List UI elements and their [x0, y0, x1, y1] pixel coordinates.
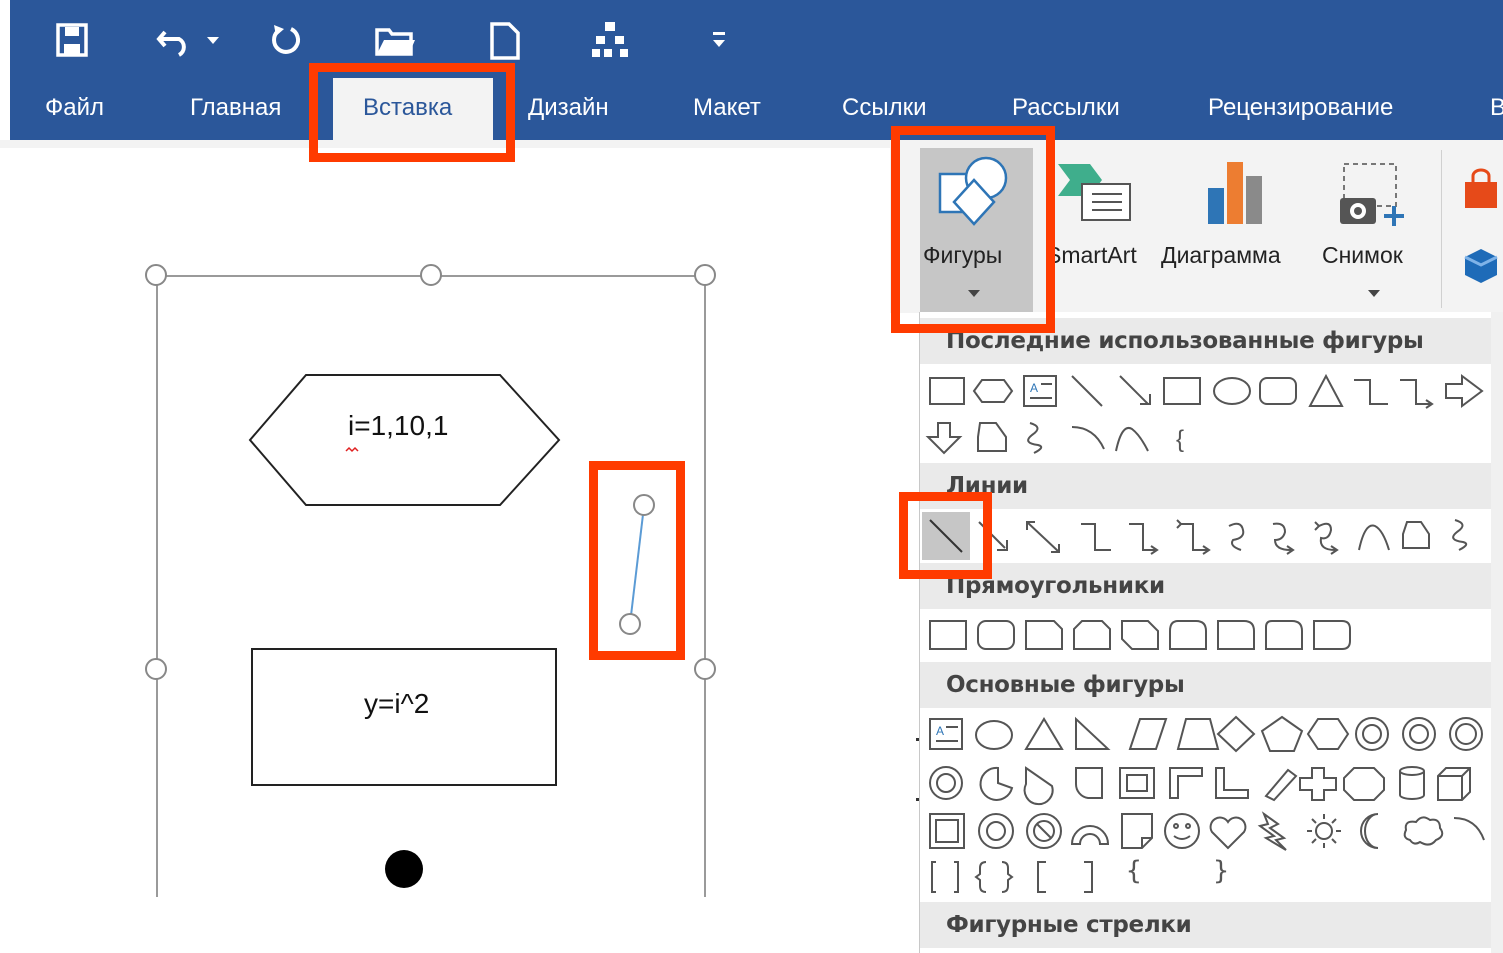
section-block-arrows: Фигурные стрелки	[920, 902, 1491, 948]
lines-row[interactable]	[975, 516, 1490, 561]
org-chart-icon[interactable]	[590, 20, 630, 60]
svg-text:A: A	[936, 724, 944, 738]
resize-handle-top-right[interactable]	[694, 264, 716, 286]
store-icon[interactable]	[1461, 168, 1501, 215]
my-addins-icon[interactable]	[1461, 245, 1501, 290]
chart-icon[interactable]	[1206, 160, 1266, 231]
screenshot-icon[interactable]	[1336, 160, 1406, 235]
smartart-label[interactable]: SmartArt	[1046, 242, 1137, 269]
section-title: Основные фигуры	[946, 672, 1185, 698]
save-icon[interactable]	[52, 20, 92, 60]
tab-references[interactable]: Ссылки	[842, 94, 927, 122]
chart-label[interactable]: Диаграмма	[1161, 242, 1281, 269]
chevron-down-icon	[1366, 286, 1382, 304]
highlight-line-shape	[899, 492, 992, 579]
doc-mark	[916, 798, 919, 801]
screenshot-label[interactable]: Снимок	[1322, 242, 1403, 269]
document-canvas[interactable]	[0, 148, 890, 953]
resize-handle-top[interactable]	[420, 264, 442, 286]
section-title: Фигурные стрелки	[946, 912, 1192, 938]
recent-shapes-row-2[interactable]: {	[925, 419, 1226, 462]
hexagon-text: i=1,10,1	[348, 410, 449, 441]
basic-shapes-row-2[interactable]	[926, 762, 1486, 809]
undo-dropdown-icon[interactable]	[203, 20, 223, 60]
highlight-shapes-button	[891, 126, 1055, 333]
basic-shapes-row-3[interactable]	[926, 810, 1491, 857]
section-lines: Линии	[920, 463, 1491, 509]
end-point-shape[interactable]	[385, 850, 423, 888]
resize-handle-top-left[interactable]	[145, 264, 167, 286]
basic-shapes-row-1[interactable]: A	[926, 713, 1486, 760]
ribbon-body-strip	[0, 140, 1503, 148]
tab-view-partial[interactable]: В	[1490, 94, 1503, 122]
undo-icon[interactable]	[155, 20, 195, 60]
new-document-icon[interactable]	[485, 20, 525, 60]
resize-handle-right[interactable]	[694, 658, 716, 680]
rectangles-row[interactable]	[926, 615, 1356, 660]
gallery-scrollbar[interactable]	[1491, 312, 1503, 953]
svg-text:{: {	[1176, 426, 1184, 453]
recent-shapes-row-1[interactable]: A	[926, 372, 1491, 415]
rect-text: y=i^2	[364, 688, 430, 719]
tab-mailings[interactable]: Рассылки	[1012, 94, 1120, 122]
redo-icon[interactable]	[265, 20, 305, 60]
resize-handle-left[interactable]	[145, 658, 167, 680]
spellcheck-underline	[345, 440, 360, 458]
smartart-icon[interactable]	[1056, 160, 1136, 235]
braces-shapes[interactable]: { }	[1126, 856, 1257, 886]
highlight-drawn-line	[589, 461, 685, 660]
section-basic-shapes: Основные фигуры	[920, 662, 1491, 708]
ribbon-divider	[1441, 150, 1442, 308]
loop-hexagon-shape[interactable]	[248, 374, 562, 513]
open-folder-icon[interactable]	[375, 20, 415, 60]
tab-layout[interactable]: Макет	[693, 94, 761, 122]
tab-home[interactable]: Главная	[190, 94, 281, 122]
tab-review[interactable]: Рецензирование	[1208, 94, 1393, 122]
svg-text:A: A	[1030, 381, 1038, 395]
section-rectangles: Прямоугольники	[920, 563, 1491, 609]
tab-file[interactable]: Файл	[45, 94, 104, 122]
doc-mark	[916, 738, 919, 741]
highlight-insert-tab	[309, 63, 515, 162]
tab-design[interactable]: Дизайн	[528, 94, 609, 122]
customize-qat-icon[interactable]	[708, 20, 732, 60]
